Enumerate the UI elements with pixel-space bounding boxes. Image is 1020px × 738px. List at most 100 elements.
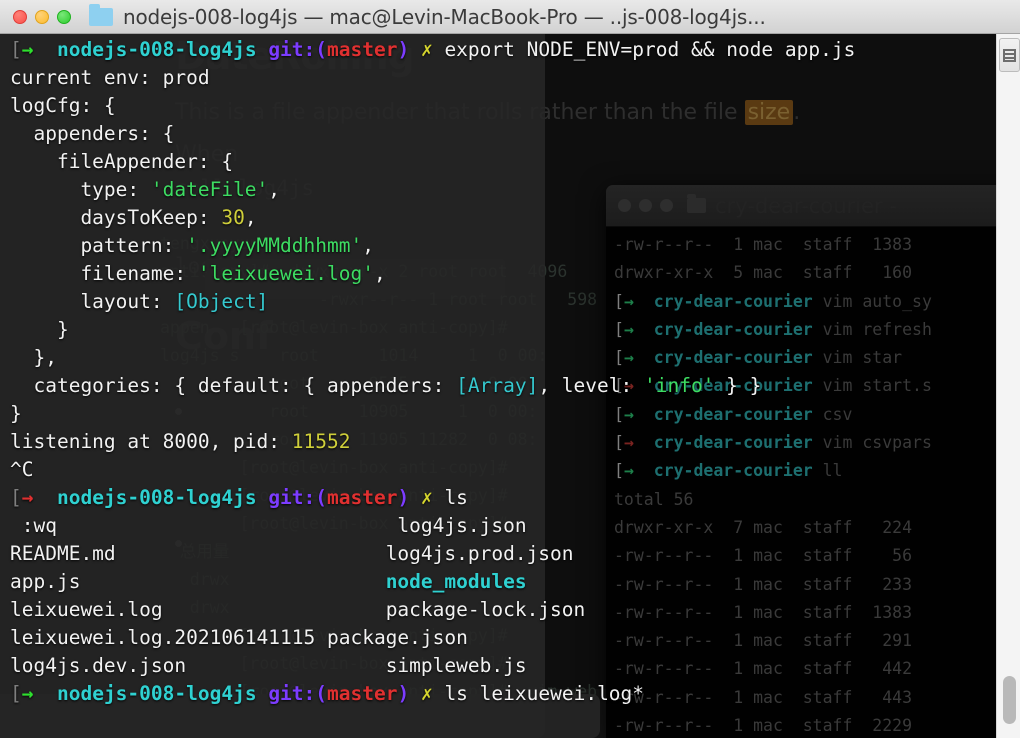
terminal-text: , — [268, 178, 281, 201]
titlebar[interactable]: nodejs-008-log4js — mac@Levin-MacBook-Pr… — [0, 0, 1020, 34]
terminal-text: ✗ — [409, 486, 433, 509]
terminal-line: README.md log4js.prod.json — [10, 540, 1020, 568]
active-terminal-window[interactable]: nodejs-008-log4js — mac@Levin-MacBook-Pr… — [0, 0, 1020, 738]
terminal-output: [→ nodejs-008-log4js git:(master) ✗ expo… — [10, 36, 1020, 708]
terminal-text: , — [244, 206, 257, 229]
terminal-text: :wq — [10, 514, 398, 537]
terminal-backdrop-bottom — [0, 694, 600, 738]
terminal-text: } } — [714, 374, 762, 397]
scrollbar-thumb[interactable] — [1003, 676, 1016, 724]
terminal-line: listening at 8000, pid: 11552 — [10, 428, 1020, 456]
terminal-line: } — [10, 400, 1020, 428]
terminal-line: }, — [10, 344, 1020, 372]
terminal-text: leixuewei.log.202106141115 — [10, 626, 327, 649]
terminal-text: [Object] — [174, 290, 269, 313]
terminal-text: categories: { default: { appenders: — [10, 374, 457, 397]
terminal-text: master — [327, 682, 398, 705]
terminal-text: → — [21, 682, 34, 705]
terminal-line: leixuewei.log package-lock.json — [10, 596, 1020, 624]
terminal-line: } — [10, 316, 1020, 344]
terminal-text: git:( — [268, 682, 328, 705]
terminal-text: log4js.prod.json — [385, 542, 574, 565]
terminal-line: [→ nodejs-008-log4js git:(master) ✗ ls — [10, 484, 1020, 512]
terminal-text: ✗ — [409, 38, 433, 61]
terminal-line: leixuewei.log.202106141115 package.json — [10, 624, 1020, 652]
terminal-text: ^C — [10, 458, 34, 481]
terminal-text: pattern: — [10, 234, 187, 257]
terminal-text: 11552 — [291, 430, 351, 453]
terminal-text: → — [21, 38, 34, 61]
terminal-line: [→ nodejs-008-log4js git:(master) ✗ expo… — [10, 36, 1020, 64]
terminal-text: nodejs-008-log4js — [33, 486, 269, 509]
terminal-line: filename: 'leixuewei.log', — [10, 260, 1020, 288]
terminal-text: git:( — [268, 38, 328, 61]
terminal-text: }, — [10, 346, 57, 369]
terminal-text: layout: — [10, 290, 175, 313]
terminal-text: app.js — [10, 570, 386, 593]
terminal-text: log4js.json — [397, 514, 527, 537]
terminal-text: → — [21, 486, 34, 509]
terminal-text: fileAppender: { — [10, 150, 234, 173]
terminal-text: logCfg: { — [10, 94, 116, 117]
terminal-text: 'dateFile' — [150, 178, 269, 201]
terminal-text: , — [373, 262, 386, 285]
terminal-text: README.md — [10, 542, 386, 565]
terminal-text: package-lock.json — [385, 598, 586, 621]
terminal-text: ) — [397, 682, 410, 705]
folder-icon — [89, 3, 113, 26]
terminal-line: app.js node_modules — [10, 568, 1020, 596]
terminal-text: ls — [432, 486, 468, 509]
terminal-text: [ — [10, 682, 22, 705]
terminal-text: 'info' — [643, 374, 715, 397]
terminal-text: [ — [10, 486, 22, 509]
terminal-text: , level: — [538, 374, 644, 397]
terminal-text: , — [362, 234, 374, 257]
terminal-text: simpleweb.js — [385, 654, 527, 677]
screen-root: DateRolling This is a file appender that… — [0, 0, 1020, 738]
terminal-body: [→ nodejs-008-log4js git:(master) ✗ expo… — [0, 34, 1020, 738]
terminal-text: ) — [397, 486, 410, 509]
split-pane-icon[interactable] — [999, 38, 1020, 72]
terminal-line: fileAppender: { — [10, 148, 1020, 176]
terminal-line: daysToKeep: 30, — [10, 204, 1020, 232]
terminal-line: categories: { default: { appenders: [Arr… — [10, 372, 1020, 400]
terminal-text: daysToKeep: — [10, 206, 222, 229]
terminal-backdrop — [0, 34, 545, 738]
terminal-line: layout: [Object] — [10, 288, 1020, 316]
terminal-line: log4js.dev.json simpleweb.js — [10, 652, 1020, 680]
zoom-button[interactable] — [57, 9, 71, 24]
terminal-text: leixuewei.log — [10, 598, 386, 621]
terminal-text: type: — [10, 178, 151, 201]
window-title: nodejs-008-log4js — mac@Levin-MacBook-Pr… — [123, 4, 766, 29]
terminal-text: nodejs-008-log4js — [33, 682, 269, 705]
terminal-text: [Array] — [456, 374, 539, 397]
terminal-text: } — [10, 402, 22, 425]
terminal-text: '.yyyyMMddhhmm' — [186, 234, 363, 257]
split-pane-glyph — [1003, 48, 1016, 62]
close-button[interactable] — [13, 9, 27, 24]
terminal-line: :wq log4js.json — [10, 512, 1020, 540]
terminal-text: log4js.dev.json — [10, 654, 386, 677]
terminal-text: node_modules — [385, 570, 527, 593]
minimize-button[interactable] — [35, 9, 49, 24]
terminal-text: 'leixuewei.log' — [197, 262, 374, 285]
terminal-line: appenders: { — [10, 120, 1020, 148]
terminal-text: current env: prod — [10, 66, 210, 89]
terminal-text: ✗ — [409, 682, 433, 705]
terminal-line: ^C — [10, 456, 1020, 484]
terminal-text: git:( — [268, 486, 328, 509]
terminal-line: current env: prod — [10, 64, 1020, 92]
terminal-text: master — [327, 486, 398, 509]
scrollbar[interactable] — [996, 34, 1020, 738]
terminal-text: ) — [397, 38, 410, 61]
terminal-text: export NODE_ENV=prod && node app.js — [432, 38, 856, 61]
terminal-text: appenders: { — [10, 122, 175, 145]
terminal-text: 30 — [221, 206, 245, 229]
terminal-text: listening at 8000, pid: — [10, 430, 292, 453]
terminal-text: ls leixuewei.log* — [432, 682, 645, 705]
terminal-text: package.json — [326, 626, 468, 649]
terminal-text: master — [327, 38, 398, 61]
terminal-text: filename: — [10, 262, 198, 285]
terminal-text: nodejs-008-log4js — [33, 38, 269, 61]
terminal-line: pattern: '.yyyyMMddhhmm', — [10, 232, 1020, 260]
